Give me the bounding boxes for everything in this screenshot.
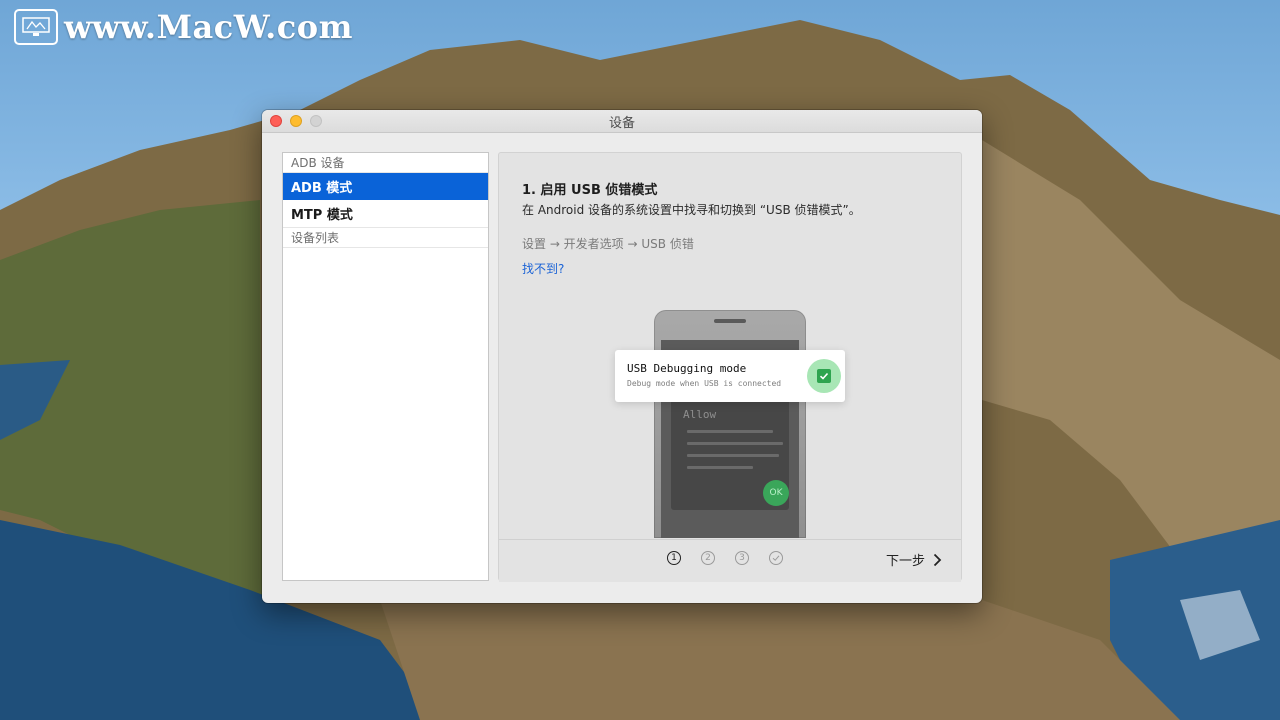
- phone-illustration: Allow OK: [654, 310, 806, 538]
- dialog-text-line: [687, 430, 773, 433]
- help-link[interactable]: 找不到?: [522, 260, 564, 277]
- sidebar-section-device-list: 设备列表: [283, 228, 488, 248]
- sidebar: ADB 设备 ADB 模式 MTP 模式 设备列表: [282, 152, 489, 581]
- window-title: 设备: [608, 114, 635, 130]
- step-description: 在 Android 设备的系统设置中找寻和切换到 “USB 侦错模式”。: [522, 203, 861, 217]
- close-button[interactable]: [270, 115, 282, 127]
- step-indicator: 1 2 3: [667, 551, 783, 565]
- step-1-indicator: 1: [667, 551, 681, 565]
- sidebar-section-adb: ADB 设备: [283, 153, 488, 173]
- zoom-button[interactable]: [310, 115, 322, 127]
- ok-button-illustration: OK: [763, 480, 789, 506]
- usb-debugging-card: USB Debugging mode Debug mode when USB i…: [615, 350, 845, 402]
- traffic-lights: [270, 115, 322, 127]
- next-step-label: 下一步: [886, 554, 926, 569]
- sidebar-item-adb-mode[interactable]: ADB 模式: [283, 173, 488, 200]
- step-title: 1. 启用 USB 侦错模式: [522, 183, 658, 198]
- usb-card-subtitle: Debug mode when USB is connected: [627, 379, 782, 388]
- main-panel: 1. 启用 USB 侦错模式 在 Android 设备的系统设置中找寻和切换到 …: [498, 152, 962, 582]
- checkmark-icon: [817, 369, 831, 383]
- minimize-button[interactable]: [290, 115, 302, 127]
- dialog-text-line: [687, 466, 753, 469]
- dialog-title: Allow: [683, 408, 717, 421]
- settings-path: 设置 → 开发者选项 → USB 侦错: [522, 237, 694, 251]
- step-2-indicator: 2: [701, 551, 715, 565]
- sidebar-item-mtp-mode[interactable]: MTP 模式: [283, 200, 488, 228]
- usb-card-title: USB Debugging mode: [627, 362, 747, 375]
- chevron-right-icon: [933, 553, 942, 566]
- monitor-logo-icon: [14, 9, 58, 45]
- allow-dialog: Allow OK: [671, 392, 789, 510]
- step-done-check-icon: [769, 551, 783, 565]
- watermark: www.MacW.com: [14, 8, 353, 46]
- devices-window: 设备 ADB 设备 ADB 模式 MTP 模式 设备列表 1. 启用 USB 侦…: [262, 110, 982, 603]
- title-bar[interactable]: 设备: [262, 110, 982, 133]
- next-step-button[interactable]: 下一步: [886, 550, 942, 569]
- step-3-indicator: 3: [735, 551, 749, 565]
- dialog-text-line: [687, 442, 783, 445]
- dialog-text-line: [687, 454, 779, 457]
- watermark-text: www.MacW.com: [64, 8, 353, 46]
- wizard-footer: 1 2 3 下一步: [499, 539, 961, 582]
- checkbox-checked-icon: [807, 359, 841, 393]
- phone-speaker: [714, 319, 746, 323]
